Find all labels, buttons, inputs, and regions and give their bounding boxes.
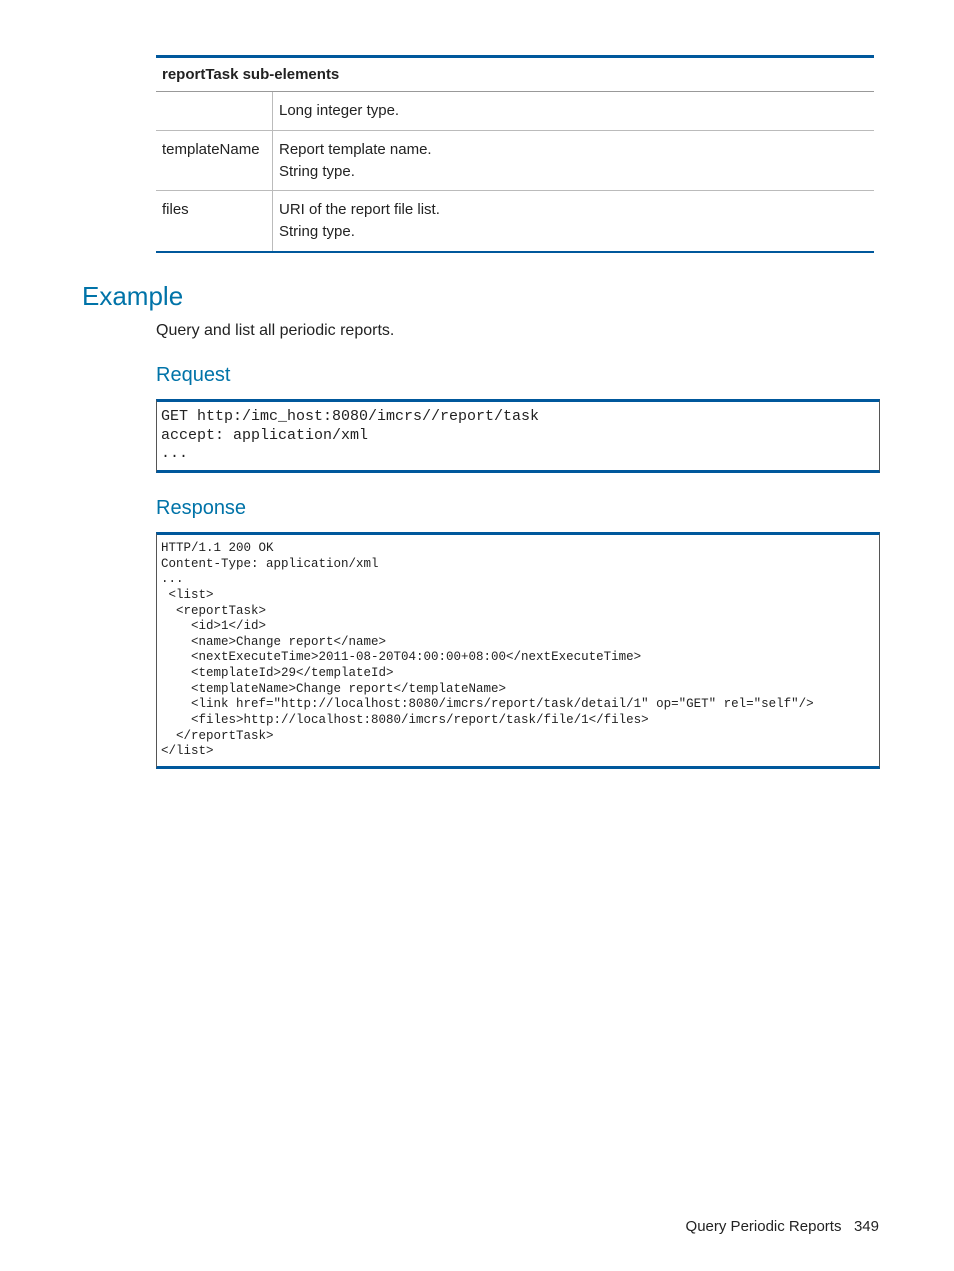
footer-page-number: 349 bbox=[854, 1218, 879, 1235]
cell-name: templateName bbox=[156, 130, 273, 191]
cell-name: files bbox=[156, 191, 273, 252]
footer-title: Query Periodic Reports bbox=[686, 1218, 842, 1235]
sub-elements-table: reportTask sub-elements Long integer typ… bbox=[156, 55, 874, 253]
request-heading: Request bbox=[156, 364, 879, 387]
table-header: reportTask sub-elements bbox=[156, 57, 874, 92]
table-row: templateName Report template name.String… bbox=[156, 130, 874, 191]
cell-desc: Long integer type. bbox=[273, 92, 875, 131]
example-intro: Query and list all periodic reports. bbox=[156, 322, 879, 340]
cell-desc: Report template name.String type. bbox=[273, 130, 875, 191]
response-code-block: HTTP/1.1 200 OK Content-Type: applicatio… bbox=[156, 532, 880, 769]
table-row: files URI of the report file list.String… bbox=[156, 191, 874, 252]
request-code-block: GET http:/imc_host:8080/imcrs//report/ta… bbox=[156, 399, 880, 473]
page-footer: Query Periodic Reports 349 bbox=[686, 1218, 879, 1235]
response-heading: Response bbox=[156, 497, 879, 520]
cell-desc: URI of the report file list.String type. bbox=[273, 191, 875, 252]
cell-name bbox=[156, 92, 273, 131]
example-heading: Example bbox=[82, 281, 879, 312]
page-content: reportTask sub-elements Long integer typ… bbox=[0, 0, 954, 769]
table-row: Long integer type. bbox=[156, 92, 874, 131]
